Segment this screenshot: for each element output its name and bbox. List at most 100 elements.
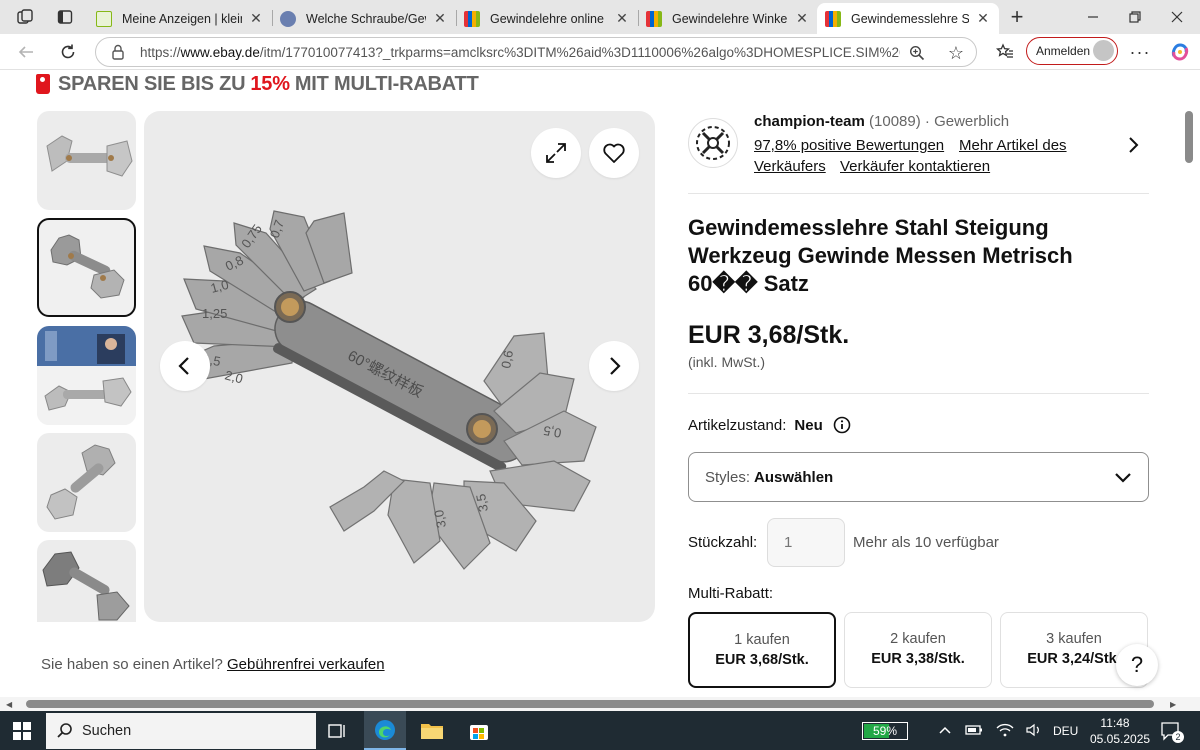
seller-logo[interactable]	[688, 118, 738, 168]
store-icon[interactable]	[466, 719, 492, 743]
sign-in-button[interactable]: Anmelden	[1026, 37, 1118, 65]
taskbar-search[interactable]: Suchen	[46, 713, 316, 749]
condition-value: Neu	[794, 416, 823, 434]
tools-logo-icon	[696, 126, 730, 160]
more-items-link-line2[interactable]: Verkäufers	[754, 158, 826, 175]
battery-indicator[interactable]: 59%	[862, 722, 908, 740]
ebay-icon	[464, 10, 480, 27]
favorite-star-icon[interactable]: ☆	[946, 43, 966, 63]
seller-type: Gewerblich	[934, 113, 1010, 130]
watch-button[interactable]	[589, 128, 639, 178]
sell-prompt: Sie haben so einen Artikel? Gebührenfrei…	[41, 656, 385, 673]
clock[interactable]: 11:48 05.05.2025	[1090, 715, 1150, 747]
thumbnail[interactable]	[37, 433, 136, 532]
tab-title: Gewindemesslehre Stahl	[851, 11, 969, 26]
close-icon[interactable]: ✕	[248, 10, 264, 27]
restore-icon[interactable]	[1120, 6, 1150, 28]
tier-price: EUR 3,38/Stk.	[871, 651, 965, 667]
chevron-down-icon	[1115, 473, 1131, 483]
tab-title: Gewindelehre Winkel Steigung	[672, 11, 788, 26]
copilot-icon[interactable]	[1168, 40, 1192, 64]
thumbnail-selected[interactable]	[37, 218, 136, 317]
page-content: SPAREN SIE BIS ZU 15% MIT MULTI-RABATT 0…	[0, 71, 1200, 697]
condition-row: Artikelzustand: Neu	[688, 416, 851, 434]
discount-tier-2[interactable]: 2 kaufen EUR 3,38/Stk.	[844, 612, 992, 688]
browser-tab[interactable]: Gewindelehre Winkel Steigung ✕	[638, 3, 818, 34]
help-button[interactable]: ?	[1116, 644, 1158, 686]
thread-gauge-photo: 0,8 0,75 0,7 1,0 1,25 1,5 2,0 60°螺纹样板 0,…	[181, 210, 597, 570]
tier-quantity: 3 kaufen	[1046, 631, 1102, 647]
new-tab-icon[interactable]: +	[1006, 4, 1028, 29]
seller-rating-count: (10089)	[869, 113, 921, 130]
next-image-button[interactable]	[589, 341, 639, 391]
styles-dropdown[interactable]: Styles: Auswählen	[688, 452, 1149, 502]
url-text[interactable]: https://www.ebay.de/itm/177010077413?_tr…	[140, 45, 900, 60]
battery-icon[interactable]	[964, 721, 984, 739]
favorites-icon[interactable]	[994, 41, 1016, 63]
thumbnail[interactable]	[37, 540, 136, 622]
tab-title: Gewindelehre online kaufen	[490, 11, 608, 26]
more-items-link[interactable]: Mehr Artikel des	[959, 137, 1067, 154]
divider	[688, 193, 1149, 194]
close-icon[interactable]: ✕	[794, 10, 810, 27]
chevron-up-icon[interactable]	[936, 721, 954, 739]
info-icon[interactable]	[833, 416, 851, 434]
taskbar: Suchen 59% DEU 11:48 05.05.2025 2	[0, 711, 1200, 750]
multi-discount-label: Multi-Rabatt:	[688, 585, 774, 602]
avatar	[1093, 40, 1114, 61]
file-explorer-icon[interactable]	[418, 719, 446, 743]
browser-tab[interactable]: Gewindelehre online kaufen ✕	[456, 3, 638, 34]
notification-count: 2	[1172, 731, 1184, 743]
contact-seller-link[interactable]: Verkäufer kontaktieren	[840, 158, 990, 175]
task-view-icon[interactable]	[326, 720, 348, 742]
speaker-icon[interactable]	[1024, 721, 1044, 739]
thumbnail[interactable]	[37, 326, 136, 425]
item-title: Gewindemesslehre Stahl Steigung Werkzeug…	[688, 215, 1073, 296]
close-icon[interactable]: ✕	[975, 10, 991, 27]
close-window-icon[interactable]	[1162, 6, 1192, 28]
seller-chevron-icon[interactable]	[1122, 133, 1144, 157]
horizontal-scroll-thumb[interactable]	[26, 700, 1154, 708]
tab-actions-icon[interactable]	[54, 7, 76, 27]
edge-taskbar-icon[interactable]	[364, 711, 406, 750]
condition-label: Artikelzustand:	[688, 416, 787, 434]
language-indicator[interactable]: DEU	[1053, 724, 1078, 738]
globe-icon	[280, 10, 296, 27]
reload-icon[interactable]	[56, 40, 80, 64]
discount-tier-1[interactable]: 1 kaufen EUR 3,68/Stk.	[688, 612, 836, 688]
workspaces-icon[interactable]	[14, 7, 36, 27]
scroll-right-icon[interactable]: ▶	[1170, 700, 1176, 709]
blade-label: 2,0	[223, 367, 244, 386]
zoom-icon[interactable]	[908, 44, 926, 62]
scroll-left-icon[interactable]: ◀	[6, 700, 12, 709]
url-bar[interactable]: https://www.ebay.de/itm/177010077413?_tr…	[95, 37, 977, 67]
browser-tab[interactable]: Welche Schraube/Gewinde ✕	[272, 3, 456, 34]
back-icon[interactable]	[14, 40, 38, 64]
horizontal-scrollbar[interactable]: ◀ ▶	[0, 697, 1200, 711]
browser-tab[interactable]: Meine Anzeigen | kleinanzeigen ✕	[88, 3, 272, 34]
search-icon	[57, 723, 72, 738]
vertical-scrollbar[interactable]	[1185, 111, 1193, 163]
expand-icon	[546, 143, 566, 163]
quantity-input[interactable]	[767, 518, 845, 567]
close-icon[interactable]: ✕	[614, 10, 630, 27]
seller-name[interactable]: champion-team	[754, 113, 865, 130]
main-product-image[interactable]: 0,8 0,75 0,7 1,0 1,25 1,5 2,0 60°螺纹样板 0,…	[144, 111, 655, 622]
notifications-icon[interactable]: 2	[1158, 719, 1184, 743]
thumbnail[interactable]	[37, 111, 136, 210]
close-icon[interactable]: ✕	[432, 10, 448, 27]
browser-tab-active[interactable]: Gewindemesslehre Stahl ✕	[817, 3, 999, 34]
positive-feedback-link[interactable]: 97,8% positive Bewertungen	[754, 137, 944, 154]
windows-start-icon[interactable]	[12, 721, 32, 741]
thumbnail-image	[42, 551, 130, 621]
sell-link[interactable]: Gebührenfrei verkaufen	[227, 656, 385, 673]
fullscreen-button[interactable]	[531, 128, 581, 178]
previous-image-button[interactable]	[160, 341, 210, 391]
address-bar-row: https://www.ebay.de/itm/177010077413?_tr…	[0, 34, 1200, 70]
kleinanzeigen-icon	[96, 10, 112, 27]
more-menu-icon[interactable]: ···	[1128, 40, 1152, 64]
wifi-icon[interactable]	[995, 721, 1015, 739]
minimize-icon[interactable]	[1078, 6, 1108, 28]
lock-icon[interactable]	[110, 44, 126, 60]
quantity-label: Stückzahl:	[688, 534, 758, 551]
